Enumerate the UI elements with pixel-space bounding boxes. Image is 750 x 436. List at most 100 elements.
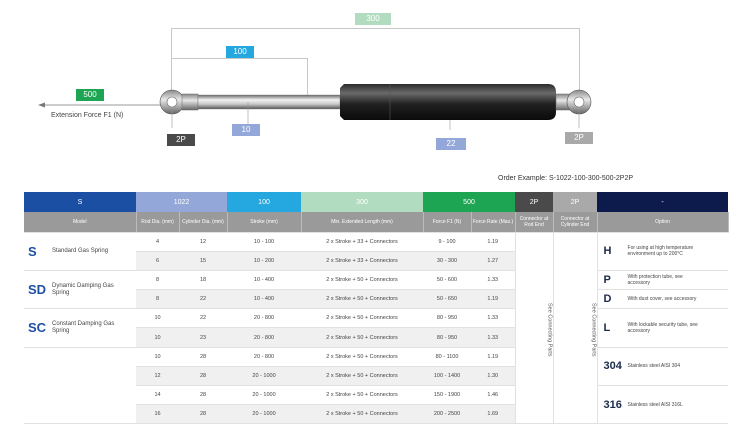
stroke-cell: 10 - 400 [227,270,302,291]
option-description: Stainless steel AISI 316L [627,401,683,408]
force-cell: 80 - 950 [423,308,472,329]
stroke-cell: 20 - 800 [227,347,302,367]
option-code: P [603,273,611,286]
force-rate-cell: 1.33 [471,308,516,329]
cyl-dia-cell: 28 [179,347,228,367]
rod-dia-cell: 10 [136,347,179,367]
code-cyl-end: 2P [553,192,598,212]
length-cell: 2 x Stroke + 50 + Connectors [301,270,424,291]
code-force: 500 [423,192,516,212]
model-code: SC [28,320,47,336]
extension-force-label: Extension Force F1 (N) [51,112,124,119]
rod-dia-cell: 8 [136,289,179,310]
length-cell: 2 x Stroke + 50 + Connectors [301,347,424,367]
cyl-dia-cell: 22 [179,308,228,329]
model-description: Constant Damping Gas Spring [52,320,115,334]
force-cell: 100 - 1400 [423,366,472,387]
gas-spring-drawing [159,84,592,130]
length-cell: 2 x Stroke + 50 + Connectors [301,308,424,329]
option-cell: 304 Stainless steel AISI 304 [597,347,729,387]
code-model: S [24,192,136,212]
length-cell: 2 x Stroke + 50 + Connectors [301,289,424,310]
model-code: SD [28,282,47,298]
stroke-cell: 20 - 1000 [227,404,302,425]
length-cell: 2 x Stroke + 50 + Connectors [301,366,424,387]
force-cell: 50 - 650 [423,289,472,310]
rod-dia-cell: 10 [136,308,179,329]
cyl-dia-cell: 23 [179,327,228,348]
order-example: Order Example: S-1022-100-300-500-2P2P [498,175,634,182]
option-cell: P With protection tube, see accessory [597,270,729,291]
force-rate-cell: 1.19 [471,347,516,367]
length-cell: 2 x Stroke + 50 + Connectors [301,385,424,406]
force-rate-cell: 1.33 [471,327,516,348]
stroke-cell: 10 - 400 [227,289,302,310]
force-rate-cell: 1.30 [471,366,516,387]
total-length-dimension-line [171,28,580,29]
stroke-cell: 10 - 200 [227,251,302,271]
cyl-dia-cell: 28 [179,366,228,387]
option-code: 304 [603,360,622,373]
force-cell: 50 - 600 [423,270,472,291]
spec-table: S 1022 100 300 500 2P 2P - Model Rod Dia… [24,192,729,425]
rod-dia-cell: 10 [136,327,179,348]
table-row: S Standard Gas Spring 4 12 10 - 100 2 x Strok… [24,232,729,425]
option-cell: H For using at high temperature environme… [597,232,729,271]
header-connector-rod: Connector at Rod End [515,212,554,233]
stroke-cell: 20 - 800 [227,327,302,348]
model-cell: S Standard Gas Spring [24,232,136,271]
force-arrow-icon [38,102,168,108]
table-row: 10 28 20 - 800 2 x Stroke + 50 + Connectors… [24,347,729,425]
header-force: Force F1 (N) [423,212,472,233]
model-code: S [28,243,37,259]
force-rate-cell: 1.19 [471,232,516,252]
force-rate-cell: 1.33 [471,270,516,291]
code-rod-end: 2P [515,192,554,212]
model-cell [24,347,136,425]
header-model: Model [24,212,137,233]
model-description: Standard Gas Spring [52,247,109,254]
rod-dia-tag: 10 [232,124,260,136]
stroke-cell: 20 - 1000 [227,366,302,387]
option-cell: 316 Stainless steel AISI 316L [597,385,729,425]
table-row: SC Constant Damping Gas Spring 10 22 20 - 80… [24,308,729,348]
rod-dia-cell: 6 [136,251,179,271]
stroke-cell: 10 - 100 [227,232,302,252]
stroke-cell: 20 - 1000 [227,385,302,406]
force-cell: 30 - 300 [423,251,472,271]
option-description: With dust cover, see accessory [627,296,697,303]
force-cell: 80 - 950 [423,327,472,348]
model-cell: SD Dynamic Damping Gas Spring [24,270,136,310]
stroke-tag: 100 [226,46,254,58]
model-description: Dynamic Damping Gas Spring [52,282,114,296]
header-row: Model Rod Dia. (mm) Cylinder Dia. (mm) S… [24,212,729,233]
option-description: Stainless steel AISI 304 [627,363,681,370]
length-cell: 2 x Stroke + 50 + Connectors [301,404,424,425]
force-cell: 200 - 2500 [423,404,472,425]
option-cell: L With lockable security tube, see access… [597,308,729,348]
model-cell: SC Constant Damping Gas Spring [24,308,136,348]
length-cell: 2 x Stroke + 33 + Connectors [301,232,424,252]
header-min-length: Min. Extended Length (mm) [301,212,424,233]
cyl-dia-cell: 12 [179,232,228,252]
cyl-dia-cell: 18 [179,270,228,291]
connector-rod-cell: See Connecting Parts [514,232,554,425]
force-cell: 9 - 100 [423,232,472,252]
rod-dia-cell: 16 [136,404,179,425]
cyl-dia-cell: 28 [179,404,228,425]
force-rate-cell: 1.19 [471,289,516,310]
stroke-cell: 20 - 800 [227,308,302,329]
force-rate-cell: 1.69 [471,404,516,425]
header-force-rate: Force Rate (Max.) [471,212,516,233]
force-cell: 80 - 1100 [423,347,472,367]
code-row: S 1022 100 300 500 2P 2P - [24,192,729,212]
cyl-dia-cell: 28 [179,385,228,406]
rod-dia-cell: 14 [136,385,179,406]
cyl-dia-cell: 22 [179,289,228,310]
table-row: SD Dynamic Damping Gas Spring 8 18 10 - 400 2… [24,270,729,310]
cyl-dia-cell: 15 [179,251,228,271]
cylinder-dia-tag: 22 [436,138,466,150]
code-diameter: 1022 [136,192,228,212]
rod-dia-cell: 8 [136,270,179,291]
connector-cyl-cell: See Connecting Parts [552,232,598,425]
